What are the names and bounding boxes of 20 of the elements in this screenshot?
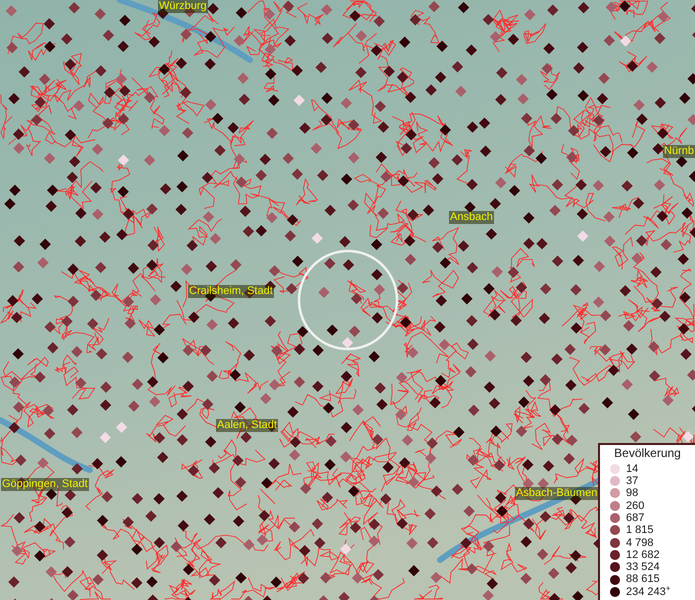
legend-label: 37 xyxy=(626,475,638,488)
city-label: Würzburg xyxy=(158,0,208,13)
legend-label: 1 815 xyxy=(626,524,654,537)
legend-label: 234 243$^{+}$ xyxy=(626,586,671,598)
legend-label: 260 xyxy=(626,500,644,512)
legend-label: 33 524 xyxy=(626,561,660,574)
city-label: Ansbach xyxy=(449,211,494,224)
legend-label: 14 xyxy=(626,462,638,476)
legend-label: 4 798 xyxy=(626,536,654,549)
legend-title: Bevölkerung xyxy=(613,447,682,460)
city-label: Nürnb xyxy=(663,145,695,158)
legend-label: 12 682 xyxy=(626,548,660,562)
city-label: Asbach-Bäumen xyxy=(515,487,598,500)
legend-label: 88 615 xyxy=(626,573,660,586)
city-label: Crailsheim, Stadt xyxy=(188,285,274,298)
legend-label: 98 xyxy=(626,487,638,500)
legend-label: 687 xyxy=(626,512,644,524)
selection-circle[interactable] xyxy=(298,250,398,350)
city-label: Göppingen, Stadt xyxy=(1,478,89,491)
city-label: Aalen, Stadt xyxy=(216,419,278,432)
